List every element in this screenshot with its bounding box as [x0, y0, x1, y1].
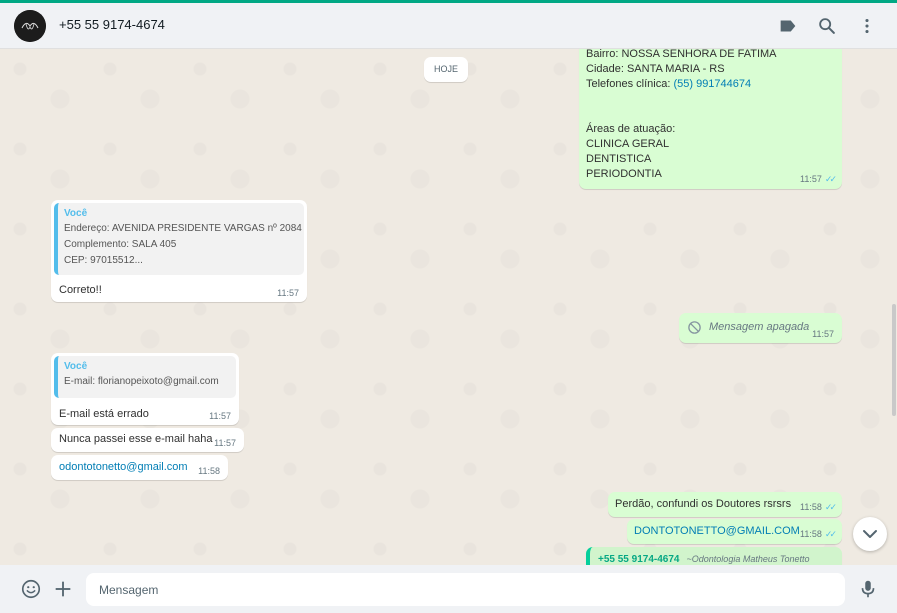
- message-bubble-in[interactable]: Você E-mail: florianopeixoto@gmail.com E…: [51, 353, 239, 425]
- email-link[interactable]: DONTOTONETTO@GMAIL.COM: [634, 525, 800, 537]
- read-ticks-icon: ✓✓: [824, 174, 837, 184]
- scrollbar[interactable]: [892, 304, 896, 416]
- quote-subtitle: ~Odontologia Matheus Tonetto: [686, 554, 810, 564]
- contact-name[interactable]: +55 55 9174-4674: [59, 17, 165, 32]
- emoji-icon[interactable]: [20, 578, 42, 600]
- message-time: 11:57 ✓✓: [800, 174, 837, 184]
- message-line: DENTISTICA: [586, 153, 652, 165]
- message-input[interactable]: [86, 573, 845, 606]
- avatar[interactable]: [14, 10, 46, 42]
- quote-line: E-mail: florianopeixoto@gmail.com: [64, 376, 219, 387]
- quoted-contact[interactable]: +55 55 9174-4674 ~Odontologia Matheus To…: [586, 547, 842, 565]
- message-bubble-out[interactable]: Mensagem apagada 11:57: [679, 313, 842, 343]
- compose-bar: [0, 565, 897, 613]
- email-link[interactable]: odontotonetto@gmail.com: [59, 461, 188, 473]
- message-time: 11:57: [209, 411, 231, 421]
- chat-panel[interactable]: HOJE Bairro: NOSSA SENHORA DE FATIMA Cid…: [0, 49, 897, 565]
- message-line: Áreas de atuação:: [586, 123, 676, 135]
- avatar-logo-icon: [14, 10, 46, 42]
- message-line: Bairro: NOSSA SENHORA DE FATIMA: [586, 49, 777, 60]
- quote-line: Endereço: AVENIDA PRESIDENTE VARGAS nº 2…: [64, 223, 302, 234]
- message-time: 11:57: [812, 329, 834, 339]
- message-time: 11:58 ✓✓: [800, 529, 837, 539]
- message-time: 11:58: [198, 466, 220, 476]
- message-bubble-out[interactable]: DONTOTONETTO@GMAIL.COM 11:58 ✓✓: [627, 519, 842, 544]
- message-text: Correto!!: [59, 284, 102, 296]
- message-bubble-in[interactable]: Nunca passei esse e-mail haha 11:57: [51, 428, 244, 452]
- date-chip: HOJE: [424, 57, 468, 82]
- microphone-icon[interactable]: [857, 578, 879, 600]
- quoted-message[interactable]: Você Endereço: AVENIDA PRESIDENTE VARGAS…: [54, 203, 304, 275]
- chat-header: +55 55 9174-4674: [0, 3, 897, 49]
- message-bubble-in[interactable]: odontotonetto@gmail.com 11:58: [51, 455, 228, 480]
- message-bubble-out[interactable]: Bairro: NOSSA SENHORA DE FATIMA Cidade: …: [579, 49, 842, 189]
- phone-link[interactable]: (55) 991744674: [673, 78, 751, 90]
- message-time: 11:57: [214, 438, 236, 448]
- message-time: 11:57: [277, 288, 299, 298]
- message-line: Cidade: SANTA MARIA - RS: [586, 63, 725, 75]
- message-bubble-out[interactable]: Perdão, confundi os Doutores rsrsrs 11:5…: [608, 492, 842, 517]
- message-time: 11:58 ✓✓: [800, 502, 837, 512]
- message-text: Nunca passei esse e-mail haha: [59, 433, 213, 445]
- quoted-message[interactable]: Você E-mail: florianopeixoto@gmail.com: [54, 356, 236, 398]
- deleted-message-icon: [688, 321, 701, 334]
- message-line-label: Telefones clínica:: [586, 78, 671, 90]
- read-ticks-icon: ✓✓: [824, 529, 837, 539]
- label-icon[interactable]: [777, 15, 799, 37]
- message-line: PERIODONTIA: [586, 168, 662, 180]
- menu-icon[interactable]: [856, 15, 878, 37]
- message-line: CLINICA GERAL: [586, 138, 670, 150]
- search-icon[interactable]: [816, 15, 838, 37]
- message-text: E-mail está errado: [59, 408, 149, 420]
- quote-author: Você: [64, 361, 88, 372]
- attach-plus-icon[interactable]: [52, 578, 74, 600]
- deleted-message-text: Mensagem apagada: [709, 321, 810, 333]
- message-bubble-out[interactable]: +55 55 9174-4674 ~Odontologia Matheus To…: [586, 547, 842, 565]
- quote-line: Complemento: SALA 405: [64, 239, 177, 250]
- quote-author: Você: [64, 208, 88, 219]
- quote-line: CEP: 97015512...: [64, 255, 143, 266]
- scroll-down-button[interactable]: [853, 517, 887, 551]
- chevron-down-icon: [863, 530, 877, 538]
- message-line: Telefones clínica: (55) 991744674: [586, 77, 835, 92]
- message-text: Perdão, confundi os Doutores rsrsrs: [615, 498, 792, 510]
- read-ticks-icon: ✓✓: [824, 502, 837, 512]
- message-bubble-in[interactable]: Você Endereço: AVENIDA PRESIDENTE VARGAS…: [51, 200, 307, 302]
- quote-author: +55 55 9174-4674: [598, 554, 680, 565]
